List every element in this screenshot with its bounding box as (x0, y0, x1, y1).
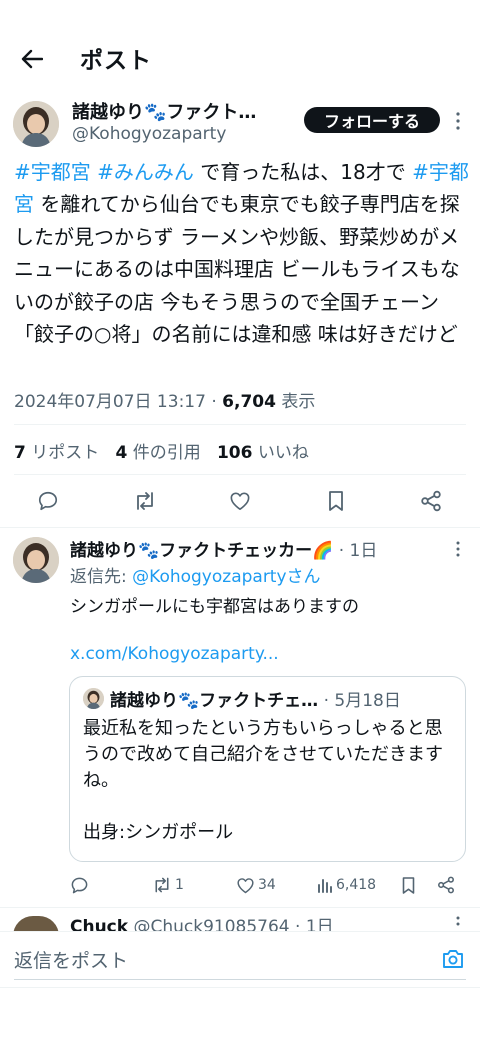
follow-button[interactable]: フォローする (304, 107, 440, 133)
camera-icon[interactable] (440, 947, 466, 971)
back-arrow-icon[interactable] (16, 44, 48, 74)
views-label: 表示 (281, 392, 316, 412)
share-icon[interactable] (437, 874, 458, 896)
post-stats: 7 リポスト 4 件の引用 106 いいね (14, 438, 309, 463)
reply-author-avatar[interactable] (13, 537, 59, 583)
post-text: #宇都宮 #みんみん で育った私は、18才で #宇都宮 を離れてから仙台でも東京… (14, 156, 470, 350)
more-options-icon[interactable] (450, 108, 466, 134)
divider (0, 907, 480, 908)
bottom-area (0, 987, 480, 1040)
analytics-icon (318, 879, 332, 893)
views-button[interactable]: 6,418 (317, 874, 376, 896)
repost-count: 1 (175, 877, 184, 893)
reposts-stat[interactable]: 7 リポスト (14, 443, 99, 463)
like-button[interactable]: 34 (236, 874, 276, 896)
bookmark-icon[interactable] (321, 484, 351, 518)
post-action-bar (0, 484, 480, 518)
reply-action-bar: 1 34 6,418 (60, 874, 470, 896)
top-bar (0, 0, 480, 90)
quote-time: · 5月18日 (323, 691, 401, 711)
repost-button[interactable]: 1 (152, 874, 184, 896)
reply-icon[interactable] (70, 874, 92, 896)
more-options-icon[interactable] (450, 538, 466, 560)
reply-to-line: 返信先: @Kohogyozapartyさん (70, 567, 321, 587)
author-name[interactable]: 諸越ゆり🐾ファクト… (72, 98, 294, 124)
reply-icon[interactable] (33, 484, 63, 518)
next-reply-header: Chuck @Chuck91085764 · 1日 (70, 912, 440, 931)
post-timestamp[interactable]: 2024年07月07日 13:17 (14, 392, 206, 412)
next-reply-author-name[interactable]: Chuck (70, 917, 128, 931)
views-count: 6,704 (222, 392, 276, 412)
reply-author-name[interactable]: 諸越ゆり🐾ファクトチェッカー🌈 (70, 541, 333, 561)
post-text-segment: を離れてから仙台でも東京でも餃子専門店を探したが見つからず ラーメンや炒飯、野菜… (14, 192, 460, 347)
quote-header: 諸越ゆり🐾ファクトチェ… · 5月18日 (110, 686, 460, 711)
quote-text: 最近私を知ったという方もいらっしゃると思うので改めて自己紹介をさせていただきます… (83, 718, 443, 843)
like-count: 34 (258, 877, 276, 893)
like-icon[interactable] (225, 484, 255, 518)
post-meta: 2024年07月07日 13:17 · 6,704 表示 (14, 392, 316, 412)
repost-icon (155, 877, 169, 893)
page-title: ポスト (80, 48, 152, 74)
quotes-stat[interactable]: 4 件の引用 (115, 443, 200, 463)
reply-time[interactable]: · 1日 (339, 541, 378, 561)
reply-input[interactable]: 返信をポスト (14, 946, 128, 973)
reply-link[interactable]: x.com/Kohogyozaparty... (70, 644, 279, 664)
views-count: 6,418 (336, 877, 377, 893)
repost-icon[interactable] (130, 484, 160, 518)
next-reply-handle[interactable]: @Chuck91085764 · 1日 (133, 917, 333, 931)
quote-author-name: 諸越ゆり🐾ファクトチェ… (110, 691, 319, 711)
divider (0, 527, 480, 528)
reply-header: 諸越ゆり🐾ファクトチェッカー🌈 · 1日 (70, 536, 450, 561)
quote-author-avatar (83, 688, 104, 709)
divider (14, 474, 466, 475)
hashtag-link[interactable]: #みんみん (97, 160, 194, 184)
author-avatar[interactable] (13, 101, 59, 147)
divider (14, 424, 466, 425)
hashtag-link[interactable]: #宇都宮 (14, 160, 91, 184)
reply-to-handle[interactable]: @Kohogyozapartyさん (132, 567, 320, 587)
post-text-segment: で育った私は、18才で (193, 160, 413, 184)
bookmark-icon[interactable] (401, 874, 419, 896)
author-handle[interactable]: @Kohogyozaparty (72, 124, 226, 144)
reply-text: シンガポールにも宇都宮はありますの (70, 597, 359, 617)
like-icon (237, 877, 254, 893)
likes-stat[interactable]: 106 いいね (217, 443, 309, 463)
more-options-icon[interactable] (450, 914, 466, 930)
input-underline (14, 979, 466, 980)
share-icon[interactable] (416, 484, 446, 518)
